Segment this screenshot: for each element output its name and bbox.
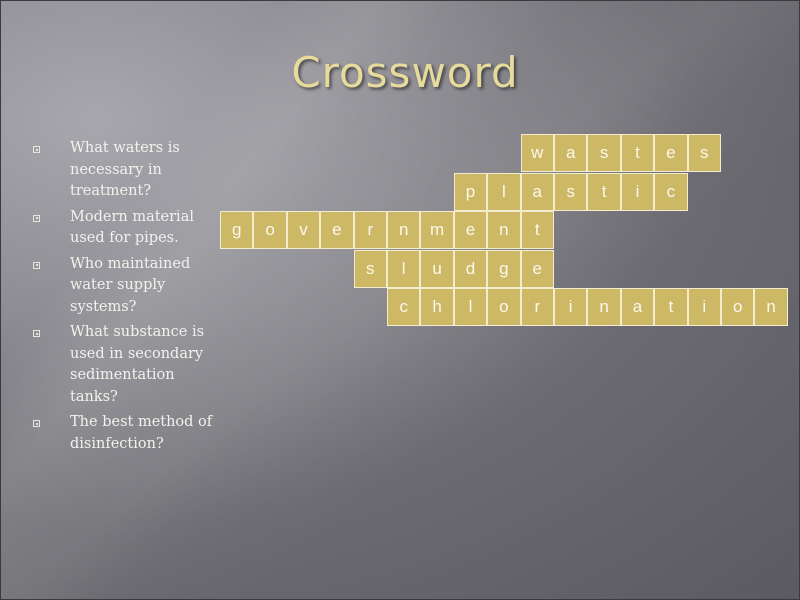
crossword-cell: m xyxy=(420,211,454,250)
question-item: Who maintained water supply systems? xyxy=(30,254,220,319)
question-text: Modern material used for pipes. xyxy=(70,208,194,247)
question-item: The best method of disinfection? xyxy=(30,412,220,455)
crossword-cell: w xyxy=(520,134,554,172)
question-item: Modern material used for pipes. xyxy=(30,207,220,250)
question-text: What waters is necessary in treatment? xyxy=(70,140,180,199)
crossword-cell: l xyxy=(487,172,521,211)
square-bullet-icon xyxy=(33,146,40,153)
crossword-cell: i xyxy=(620,172,655,211)
crossword-cell: c xyxy=(654,172,688,211)
crossword-cell: r xyxy=(353,211,387,250)
crossword-cell: t xyxy=(520,211,554,250)
crossword-cell: n xyxy=(754,288,788,327)
square-bullet-icon xyxy=(33,420,40,427)
crossword-cell: a xyxy=(520,172,554,211)
square-bullet-icon xyxy=(33,330,40,337)
square-bullet-icon xyxy=(33,214,40,222)
crossword-cell: t xyxy=(654,288,688,327)
crossword-cell: e xyxy=(453,211,488,250)
crossword-cell: o xyxy=(721,288,755,327)
crossword-cell: h xyxy=(420,288,454,327)
crossword-cell: s xyxy=(554,172,588,211)
crossword-cell: e xyxy=(320,211,354,250)
crossword-cell: v xyxy=(286,211,321,250)
crossword-cell: i xyxy=(554,288,588,327)
crossword-cell: u xyxy=(420,249,454,288)
crossword-cell: s xyxy=(687,134,721,172)
crossword-cell: r xyxy=(520,288,554,327)
crossword-cell: p xyxy=(453,172,488,211)
crossword-cell: t xyxy=(620,134,655,172)
crossword-cell: e xyxy=(654,134,688,172)
crossword-cell: o xyxy=(253,211,287,250)
crossword-cell: g xyxy=(220,211,254,250)
question-text: The best method of disinfection? xyxy=(70,414,213,452)
question-text: Who maintained water supply systems? xyxy=(70,255,191,315)
crossword-cell: n xyxy=(387,211,421,250)
crossword-cell: l xyxy=(453,288,488,327)
square-bullet-icon xyxy=(33,261,40,269)
crossword-cell: s xyxy=(353,249,387,288)
crossword-cell: a xyxy=(554,134,588,172)
question-item: What waters is necessary in treatment? xyxy=(30,138,220,203)
crossword-cell: s xyxy=(587,134,621,172)
crossword-cell: n xyxy=(587,288,621,327)
slide-title: Crossword xyxy=(291,48,519,97)
crossword-cell: e xyxy=(520,249,554,288)
crossword-cell: l xyxy=(387,249,421,288)
crossword-cell: d xyxy=(453,249,488,288)
question-item: What substance is used in secondary sedi… xyxy=(30,322,220,408)
crossword-cell: g xyxy=(487,249,521,288)
crossword-cell: c xyxy=(387,288,421,327)
crossword-cell: o xyxy=(487,288,521,327)
question-list: What waters is necessary in treatment? M… xyxy=(30,138,220,459)
crossword-cell: a xyxy=(620,288,655,327)
crossword-cell: t xyxy=(587,172,621,211)
slide: Crossword What waters is necessary in tr… xyxy=(0,0,800,600)
question-text: What substance is used in secondary sedi… xyxy=(70,324,205,405)
crossword-cell: n xyxy=(487,211,521,250)
crossword-cell: i xyxy=(687,288,721,327)
